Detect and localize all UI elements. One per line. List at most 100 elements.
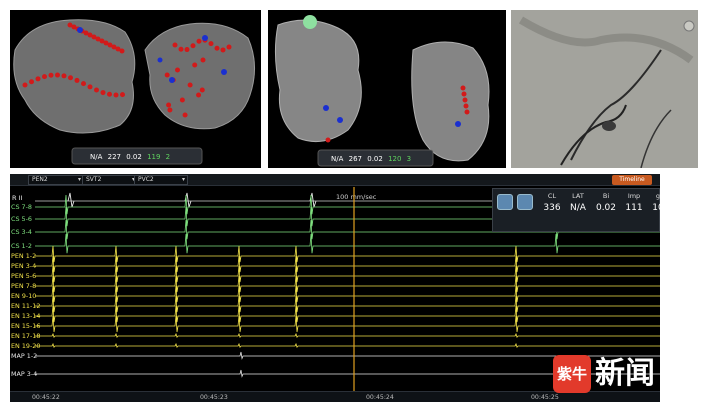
readout-bi: 0.02 [367,155,383,163]
map-panel-left[interactable]: N/A 227 0.02 119 2 [10,10,261,168]
ablation-point [196,92,202,98]
ablation-point [226,44,232,50]
ablation-point [182,112,188,118]
ablation-point [172,42,178,48]
fluoroscopy-view [511,10,698,168]
readout-g: 2 [165,153,171,161]
channel-label: EN 11-12 [11,302,41,310]
ablation-point [61,73,67,79]
egm-trace-pen-7-8 [35,275,660,293]
meas-value: 10 [652,203,660,213]
screenshot-collage: N/A 227 0.02 119 2 N/A 267 0.02 120 3 PE… [0,0,707,414]
ablation-point [74,77,80,83]
ablation-point [119,48,125,54]
map-panel-middle[interactable]: N/A 267 0.02 120 3 [268,10,506,168]
meas-header: Imp [627,192,641,200]
ablation-point [178,46,184,52]
channel-label: CS 1-2 [11,242,32,250]
ablation-point [55,72,60,78]
ablation-point [29,79,34,85]
egm-trace-pen-5-6 [35,265,660,283]
readout-cl: 227 [107,153,121,161]
egm-trace-cs-1-2 [35,233,660,254]
readout-lat: N/A [331,155,344,163]
time-label: 00:45:25 [531,394,559,401]
ablation-point [220,47,226,53]
ablation-point [100,90,106,96]
egm-trace-en-15-16 [35,315,660,333]
ablation-point [81,81,86,87]
channel-label: MAP 1-2 [11,352,38,360]
ablation-point [214,45,220,51]
fluoroscopy-image [511,10,698,168]
map-3d-view-2[interactable] [268,10,506,168]
ecg-complex [67,192,75,208]
settings-icon[interactable] [517,194,533,210]
ablation-point [199,87,205,93]
ablation-point [179,97,185,103]
measurement-panel: CL LAT Bi Imp g 336 N/A 0.02 111 10 [492,188,660,232]
ablation-point [196,38,202,44]
egm-trace-en-11-12 [35,295,660,313]
watermark-logo: 紫牛 [553,355,591,393]
readout-g: 3 [406,155,412,163]
channel-label: CS 3-4 [11,228,32,236]
ablation-point [166,102,172,108]
channel-label: CS 5-6 [11,215,32,223]
meas-value: N/A [570,203,586,213]
channel-label: EN 15-16 [11,322,41,330]
ablation-point [68,75,73,81]
map-3d-view[interactable] [10,10,261,168]
channel-label: PEN 3-4 [11,262,37,270]
channel-label: MAP 3-4 [11,370,38,378]
ablation-point [184,47,190,53]
readout-lat: N/A [90,153,103,161]
egm-trace-en-9-10 [35,285,660,303]
channel-label: EN 17-18 [11,332,41,340]
readout-cl: 267 [348,155,362,163]
time-label: 00:45:22 [32,394,60,401]
egm-trace-pen-1-2 [35,245,660,263]
ablation-point [187,82,193,88]
readout-bi: 0.02 [126,153,142,161]
meas-header: g [655,192,660,200]
ablation-point [192,62,198,68]
ablation-point [190,43,196,49]
egm-trace-en-17-18 [35,332,660,339]
ablation-point [200,57,206,63]
meas-header: CL [547,192,557,200]
meas-value: 0.02 [595,203,617,213]
ablation-point [120,92,125,98]
ablation-point [164,72,170,78]
ablation-point [167,107,173,113]
channel-label: EN 19-20 [11,342,41,350]
time-label: 00:45:24 [366,394,394,401]
ablation-point [113,92,119,98]
meas-header: Bi [602,192,610,200]
map-readout-2: N/A 267 0.02 120 3 [331,155,414,163]
egm-trace-en-13-14 [35,305,660,323]
channel-label: EN 9-10 [11,292,37,300]
channel-label: PEN 1-2 [11,252,37,260]
egm-trace-pen-3-4 [35,255,660,273]
ablation-point [35,76,41,82]
egm-trace-en-19-20 [35,342,660,349]
map-readout: N/A 227 0.02 119 2 [90,153,173,161]
watermark-text: 新闻 [595,356,655,391]
ablation-point [94,87,99,93]
ablation-point [48,72,54,78]
ablation-point [208,41,214,47]
clock-icon[interactable] [497,194,513,210]
readout-imp: 119 [147,153,161,161]
meas-value: 336 [543,203,561,213]
readout-imp: 120 [388,155,402,163]
time-label: 00:45:23 [200,394,228,401]
ablation-point [175,67,181,73]
ablation-point [107,91,112,97]
channel-label: PEN 7-8 [11,282,37,290]
meas-header: LAT [572,192,584,200]
ablation-point [22,82,28,88]
channel-label: PEN 5-6 [11,272,37,280]
ablation-point [42,74,47,80]
channel-label: CS 7-8 [11,203,32,211]
